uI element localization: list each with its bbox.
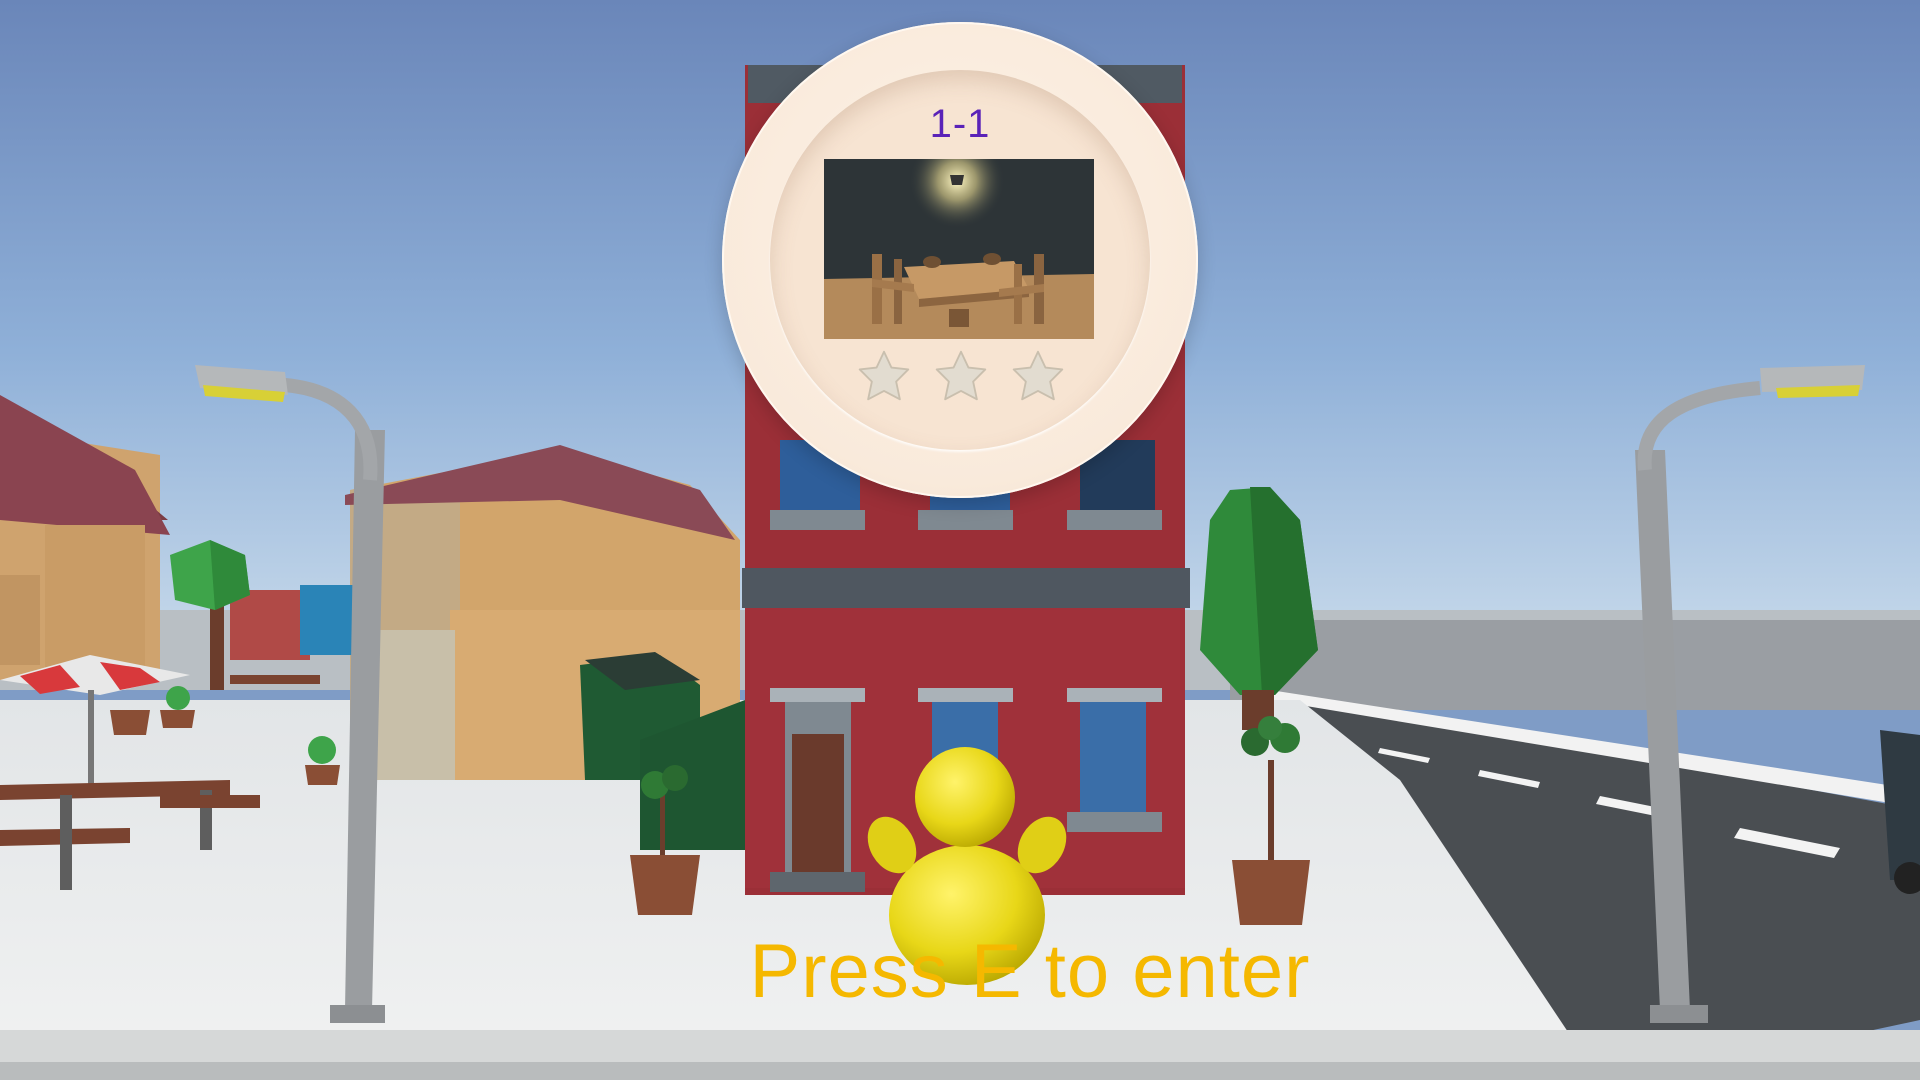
door bbox=[792, 734, 844, 872]
interaction-prompt: Press E to enter bbox=[749, 929, 1311, 1014]
star-icon bbox=[858, 350, 910, 401]
level-card: 1-1 bbox=[722, 22, 1198, 498]
star-icon bbox=[1012, 350, 1064, 401]
level-preview-image bbox=[824, 159, 1094, 339]
star-icon bbox=[935, 350, 987, 401]
star-rating bbox=[856, 348, 1066, 408]
level-title: 1-1 bbox=[929, 102, 991, 146]
